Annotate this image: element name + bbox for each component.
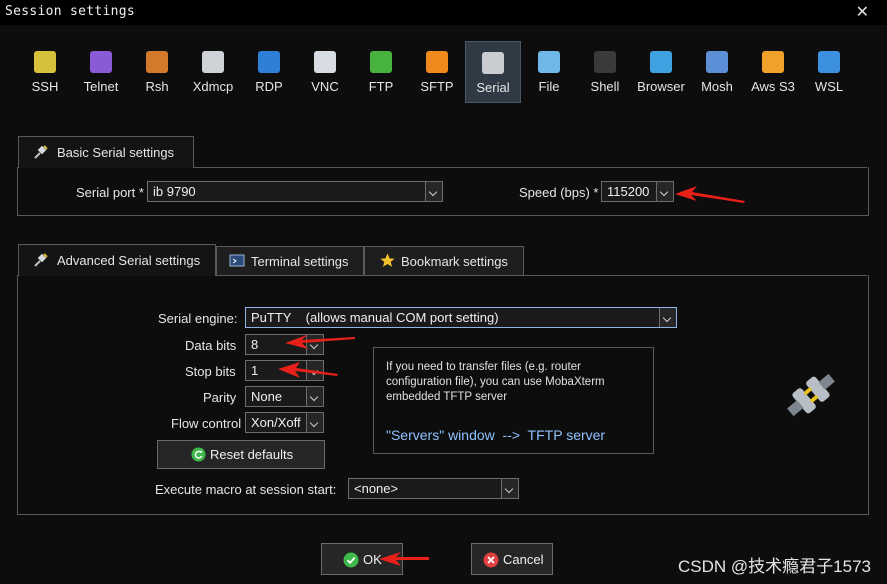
session-settings-window: Session settings ✕ SSH Telnet Rsh Xdmcp RDP V… [0,0,887,584]
annotation-arrow-ok [379,552,429,566]
annotation-arrow-data-bits [285,335,355,349]
annotation-arrow-speed [675,186,745,203]
annotation-arrows [278,186,745,566]
csdn-watermark: CSDN @技术瘾君子1573 [678,557,871,576]
annotation-arrow-stop-bits [278,362,338,378]
